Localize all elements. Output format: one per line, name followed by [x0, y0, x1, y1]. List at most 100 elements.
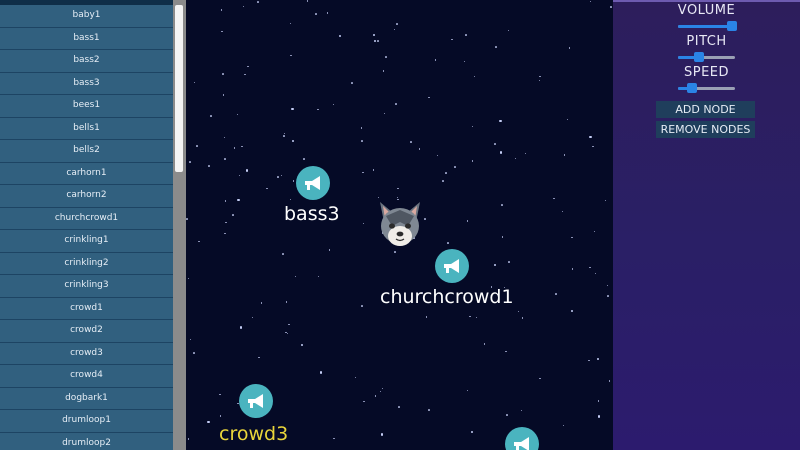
remove-nodes-button[interactable]: REMOVE NODES	[656, 121, 755, 138]
sound-list-item[interactable]: crinkling1	[0, 230, 173, 253]
star	[508, 261, 510, 263]
node-label: churchcrowd1	[380, 286, 514, 308]
star	[277, 176, 279, 178]
node-circle[interactable]	[296, 166, 330, 200]
sound-list-item[interactable]: drumloop2	[0, 432, 173, 450]
star	[280, 174, 283, 177]
star	[283, 132, 286, 135]
sound-list-item[interactable]: crinkling2	[0, 252, 173, 275]
star	[607, 295, 609, 297]
star	[473, 75, 476, 78]
star	[571, 268, 574, 270]
star	[447, 242, 449, 244]
star	[442, 180, 444, 182]
star	[222, 73, 224, 75]
star	[562, 424, 565, 427]
star	[483, 343, 486, 345]
node-circle[interactable]	[505, 427, 539, 450]
star	[594, 272, 597, 275]
star	[219, 393, 221, 396]
sound-canvas[interactable]: bass3 churchcrowd1 crowd3	[186, 0, 613, 450]
star	[471, 430, 474, 433]
pitch-slider-thumb[interactable]	[694, 52, 705, 62]
star	[454, 166, 456, 168]
star	[246, 169, 249, 172]
star	[240, 326, 243, 329]
star	[189, 161, 191, 163]
star	[223, 136, 226, 139]
sound-list-item[interactable]: bells2	[0, 140, 173, 163]
star	[493, 263, 497, 266]
star	[303, 158, 305, 160]
volume-slider[interactable]	[678, 21, 738, 31]
megaphone-icon	[514, 437, 529, 450]
control-panel: VOLUME PITCH SPEED ADD NODE REMOVE NODES	[613, 0, 800, 450]
star	[589, 0, 592, 3]
speed-slider[interactable]	[678, 83, 735, 93]
scrollbar-thumb[interactable]	[175, 5, 183, 172]
star	[382, 70, 385, 72]
sound-list-item[interactable]: crowd3	[0, 342, 173, 365]
sound-list-item[interactable]: baby1	[0, 5, 173, 28]
sound-list-item[interactable]: drumloop1	[0, 410, 173, 433]
sound-list-item[interactable]: bass2	[0, 50, 173, 73]
star	[193, 352, 195, 354]
star	[257, 1, 259, 3]
star	[436, 154, 439, 157]
star	[285, 331, 287, 334]
star	[351, 82, 353, 84]
star	[507, 29, 510, 32]
sound-list-item[interactable]: dogbark1	[0, 387, 173, 410]
pitch-slider[interactable]	[678, 52, 735, 62]
star	[362, 171, 364, 174]
star	[593, 230, 596, 233]
star	[373, 40, 376, 43]
star	[465, 34, 467, 36]
star	[242, 5, 245, 8]
sound-list-item[interactable]: crowd1	[0, 297, 173, 320]
star	[395, 103, 397, 105]
panel-top-line	[613, 0, 800, 2]
sound-list-item[interactable]: carhorn1	[0, 162, 173, 185]
node-circle[interactable]	[435, 249, 469, 283]
megaphone-icon	[305, 176, 320, 190]
star	[393, 28, 396, 31]
sound-list-item[interactable]: bass3	[0, 72, 173, 95]
star	[466, 389, 469, 392]
sound-list-item[interactable]: carhorn2	[0, 185, 173, 208]
star	[380, 433, 384, 436]
star	[596, 357, 599, 361]
star	[471, 160, 474, 162]
star	[469, 315, 471, 318]
star	[210, 115, 212, 117]
sound-list-scrollbar[interactable]	[173, 0, 186, 450]
star	[326, 12, 329, 14]
star	[471, 125, 474, 128]
star	[232, 214, 234, 216]
wolf-icon[interactable]	[374, 198, 426, 250]
star	[225, 221, 227, 224]
sound-list-item[interactable]: bass1	[0, 27, 173, 50]
star	[193, 81, 196, 84]
node-label-selected: crowd3	[219, 423, 289, 445]
star	[517, 310, 520, 313]
sound-list-item[interactable]: crowd4	[0, 365, 173, 388]
volume-slider-thumb[interactable]	[727, 21, 738, 31]
megaphone-icon	[444, 259, 459, 273]
sound-list-item[interactable]: bees1	[0, 95, 173, 118]
sound-list-item[interactable]: crinkling3	[0, 275, 173, 298]
sound-list-item[interactable]: churchcrowd1	[0, 207, 173, 230]
add-node-button[interactable]: ADD NODE	[656, 101, 755, 118]
sound-list-item[interactable]: bells1	[0, 117, 173, 140]
sound-list-item[interactable]: crowd2	[0, 320, 173, 343]
star	[363, 400, 365, 403]
star	[294, 275, 297, 278]
speed-slider-thumb[interactable]	[687, 83, 698, 93]
star	[445, 172, 447, 174]
node-circle[interactable]	[239, 384, 273, 418]
star	[396, 23, 398, 25]
star	[383, 112, 386, 115]
star	[539, 75, 541, 78]
star	[332, 103, 335, 106]
star	[521, 317, 524, 319]
